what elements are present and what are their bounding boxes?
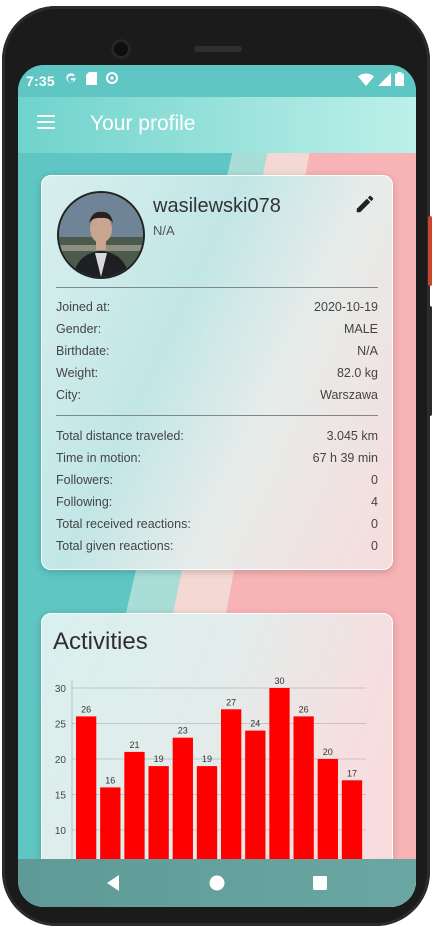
screen: 7:35 Your profile wasilewski078 N/A Join… [18,65,416,907]
stat-row-given-reactions: Total given reactions: 0 [56,539,378,559]
y-tick-label: 25 [55,720,67,731]
phone-frame: 7:35 Your profile wasilewski078 N/A Join… [2,6,432,926]
detail-value: MALE [343,322,378,336]
earpiece-speaker [194,46,242,52]
divider [56,415,378,416]
stat-label: Total given reactions: [56,539,174,553]
stat-row-time: Time in motion: 67 h 39 min [56,451,378,471]
y-tick-label: 20 [55,755,67,766]
detail-value: 82.0 kg [336,366,378,380]
stat-label: Total received reactions: [56,517,191,531]
pencil-icon[interactable] [354,193,376,215]
detail-row-weight: Weight: 82.0 kg [56,366,378,386]
stat-value: 3.045 km [326,429,378,443]
system-nav-bar [18,859,416,907]
bar-value-label: 26 [81,704,91,714]
detail-row-city: City: Warszawa [56,388,378,408]
data-saver-icon [106,72,118,84]
google-icon [66,73,77,83]
detail-value: Warszawa [320,388,378,402]
detail-label: Gender: [56,322,102,336]
bar-value-label: 20 [323,747,333,757]
avatar-photo [59,193,143,277]
stat-label: Following: [56,495,113,509]
detail-label: City: [56,388,81,402]
stat-label: Time in motion: [56,451,141,465]
bar-value-label: 17 [347,768,357,778]
detail-label: Weight: [56,366,99,380]
sd-card-icon [86,71,97,85]
stat-label: Total distance traveled: [56,429,184,443]
stat-value: 4 [371,495,378,509]
status-time: 7:35 [26,73,55,89]
menu-icon[interactable] [35,115,57,133]
bar-value-label: 23 [178,726,188,736]
username: wasilewski078 [153,195,281,217]
back-triangle-icon[interactable] [99,869,127,897]
bar-value-label: 24 [250,719,260,729]
bar-value-label: 21 [129,740,139,750]
bar-value-label: 26 [299,704,309,714]
stat-row-received-reactions: Total received reactions: 0 [56,517,378,537]
stat-row-followers: Followers: 0 [56,473,378,493]
detail-row-birthdate: Birthdate: N/A [56,344,378,364]
stat-row-following: Following: 4 [56,495,378,515]
recents-square-icon[interactable] [306,869,334,897]
system-status-icons [358,72,404,86]
bar-value-label: 30 [274,676,284,686]
divider [56,287,378,288]
avatar[interactable] [57,191,145,279]
volume-button [428,306,432,416]
notification-icons [64,71,119,85]
stat-row-distance: Total distance traveled: 3.045 km [56,429,378,449]
bar-value-label: 16 [105,775,115,785]
stat-value: 67 h 39 min [312,451,378,465]
detail-row-gender: Gender: MALE [56,322,378,342]
detail-label: Joined at: [56,300,111,314]
detail-value: 2020-10-19 [314,300,378,314]
profile-card: wasilewski078 N/A Joined at: 2020-10-19 … [41,175,393,570]
detail-label: Birthdate: [56,344,110,358]
user-subtitle: N/A [153,223,175,238]
activities-title: Activities [53,628,148,655]
wifi-icon [358,73,374,86]
bar-value-label: 27 [226,697,236,707]
stat-value: 0 [371,539,378,553]
status-bar: 7:35 [18,65,416,97]
y-tick-label: 15 [55,791,67,802]
front-camera [111,39,131,59]
power-button [428,216,432,286]
signal-icon [378,72,391,86]
stat-value: 0 [371,517,378,531]
bar-value-label: 19 [202,754,212,764]
page-title: Your profile [90,112,196,135]
bar-value-label: 19 [154,754,164,764]
stat-label: Followers: [56,473,113,487]
detail-row-joined: Joined at: 2020-10-19 [56,300,378,320]
stat-value: 0 [371,473,378,487]
home-circle-icon[interactable] [203,869,231,897]
y-tick-label: 30 [55,684,67,695]
detail-value: N/A [357,344,378,358]
y-tick-label: 10 [55,826,67,837]
app-bar: Your profile [18,97,416,153]
battery-icon [395,72,404,86]
